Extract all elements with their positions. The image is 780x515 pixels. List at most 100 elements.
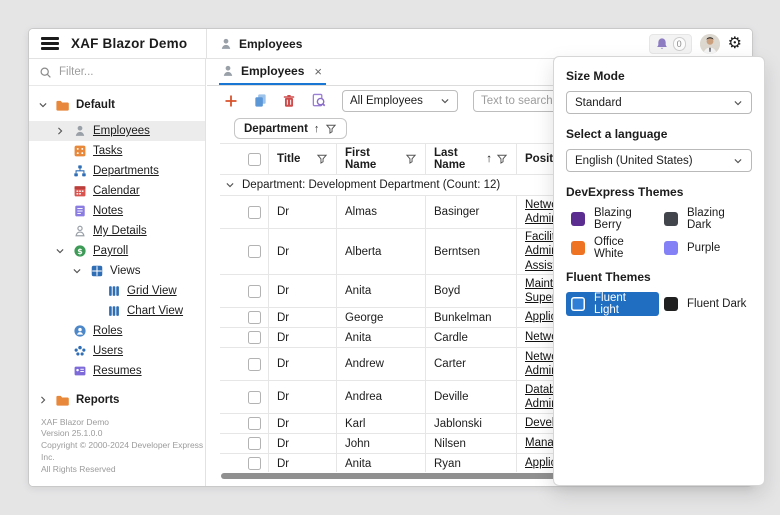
cell-title: Dr: [269, 434, 337, 453]
cell-first-name: Anita: [337, 454, 426, 472]
cell-title: Dr: [269, 348, 337, 380]
fluent-theme-list: Fluent Light Fluent Dark: [566, 292, 752, 316]
sidebar-item-label: Reports: [76, 394, 119, 406]
sidebar-item-calendar[interactable]: Calendar: [29, 181, 205, 201]
hamburger-menu-icon[interactable]: [41, 37, 59, 50]
select-all-checkbox[interactable]: [248, 153, 261, 166]
row-indent-cell: [220, 229, 240, 274]
sidebar-item-tasks[interactable]: Tasks: [29, 141, 205, 161]
chevron-down-icon[interactable]: [37, 100, 49, 110]
tab-label: Employees: [241, 64, 304, 78]
sidebar-item-my-details[interactable]: My Details: [29, 221, 205, 241]
breadcrumb-label: Employees: [239, 37, 302, 51]
theme-label: Blazing Berry: [594, 207, 654, 231]
sidebar-item-employees[interactable]: Employees: [29, 121, 205, 141]
sidebar-item-departments[interactable]: Departments: [29, 161, 205, 181]
filter-funnel-icon[interactable]: [316, 153, 328, 165]
clone-button[interactable]: [249, 90, 271, 112]
row-checkbox[interactable]: [248, 331, 261, 344]
sidebar-item-roles[interactable]: Roles: [29, 321, 205, 341]
sidebar-item-reports[interactable]: Reports: [29, 390, 205, 410]
sidebar-item-users[interactable]: Users: [29, 341, 205, 361]
sidebar-item-resumes[interactable]: Resumes: [29, 361, 205, 381]
sidebar-item-grid-view[interactable]: Grid View: [29, 281, 205, 301]
theme-option-fluent-light[interactable]: Fluent Light: [566, 292, 659, 316]
filter-dropdown[interactable]: All Employees: [342, 90, 458, 112]
filter-input[interactable]: [59, 66, 179, 78]
cell-last-name: Berntsen: [426, 229, 517, 274]
column-header-first-name[interactable]: First Name: [337, 144, 426, 174]
theme-option-blazing-dark[interactable]: Blazing Dark: [659, 207, 752, 231]
group-chip-department[interactable]: Department ↑: [234, 118, 347, 139]
theme-option-purple[interactable]: Purple: [659, 236, 752, 260]
svg-text:$: $: [77, 247, 82, 256]
size-mode-heading: Size Mode: [566, 69, 752, 83]
filter-funnel-icon[interactable]: [496, 153, 508, 165]
sidebar-item-label: Notes: [93, 205, 123, 217]
row-checkbox[interactable]: [248, 285, 261, 298]
theme-swatch-icon: [664, 212, 678, 226]
sidebar-item-label: Resumes: [93, 365, 142, 377]
theme-option-office-white[interactable]: Office White: [566, 236, 659, 260]
sidebar-item-default[interactable]: Default: [29, 95, 205, 115]
row-checkbox[interactable]: [248, 245, 261, 258]
row-indent-cell: [220, 328, 240, 347]
row-indent-cell: [220, 414, 240, 433]
sidebar-item-payroll[interactable]: $ Payroll: [29, 241, 205, 261]
row-checkbox[interactable]: [248, 437, 261, 450]
about-info-line: Version 25.1.0.0: [41, 428, 205, 440]
folder-icon: [55, 98, 70, 113]
about-info-line: All Rights Reserved: [41, 464, 205, 476]
row-checkbox[interactable]: [248, 417, 261, 430]
cell-first-name: Almas: [337, 196, 426, 228]
theme-swatch-icon: [664, 297, 678, 311]
filter-report-button[interactable]: [307, 90, 329, 112]
filter-funnel-icon[interactable]: [325, 123, 337, 135]
cell-last-name: Jablonski: [426, 414, 517, 433]
sidebar-item-chart-view[interactable]: Chart View: [29, 301, 205, 321]
cell-title: Dr: [269, 196, 337, 228]
about-info-line: Copyright © 2000-2024 Developer Express …: [41, 440, 205, 464]
row-checkbox[interactable]: [248, 206, 261, 219]
cell-first-name: Andrea: [337, 381, 426, 413]
row-checkbox[interactable]: [248, 391, 261, 404]
size-mode-value: Standard: [575, 97, 622, 109]
sidebar-item-label: Grid View: [127, 285, 177, 297]
bell-icon: [655, 37, 669, 51]
chevron-down-icon[interactable]: [54, 246, 66, 256]
notes-icon: [72, 204, 87, 219]
tab-employees[interactable]: Employees ×: [219, 59, 326, 85]
cell-last-name: Nilsen: [426, 434, 517, 453]
column-header-label: Title: [277, 153, 300, 165]
close-icon[interactable]: ×: [314, 65, 322, 78]
sidebar-item-views[interactable]: Views: [29, 261, 205, 281]
delete-button[interactable]: [278, 90, 300, 112]
row-select-cell: [240, 348, 269, 380]
theme-label: Fluent Dark: [687, 298, 746, 310]
theme-option-blazing-berry[interactable]: Blazing Berry: [566, 207, 659, 231]
size-mode-select[interactable]: Standard: [566, 91, 752, 114]
theme-option-fluent-dark[interactable]: Fluent Dark: [659, 292, 752, 316]
row-checkbox[interactable]: [248, 311, 261, 324]
language-select[interactable]: English (United States): [566, 149, 752, 172]
user-avatar[interactable]: [700, 34, 720, 54]
sidebar-item-label: Payroll: [93, 245, 128, 257]
row-select-cell: [240, 229, 269, 274]
settings-gear-icon[interactable]: ⚙: [728, 36, 742, 52]
chevron-right-icon[interactable]: [54, 126, 66, 136]
notifications-button[interactable]: 0: [649, 34, 692, 54]
theme-swatch-icon: [571, 241, 585, 255]
column-header-last-name[interactable]: Last Name↑: [426, 144, 517, 174]
row-checkbox[interactable]: [248, 457, 261, 470]
filter-funnel-icon[interactable]: [405, 153, 417, 165]
sidebar-item-notes[interactable]: Notes: [29, 201, 205, 221]
new-button[interactable]: [220, 90, 242, 112]
row-checkbox[interactable]: [248, 358, 261, 371]
column-header-title[interactable]: Title: [269, 144, 337, 174]
folder-icon: [55, 393, 70, 408]
id-card-icon: [72, 224, 87, 239]
chevron-down-icon[interactable]: [71, 266, 83, 276]
chevron-down-icon[interactable]: [220, 180, 240, 190]
row-select-cell: [240, 381, 269, 413]
chevron-right-icon[interactable]: [37, 395, 49, 405]
